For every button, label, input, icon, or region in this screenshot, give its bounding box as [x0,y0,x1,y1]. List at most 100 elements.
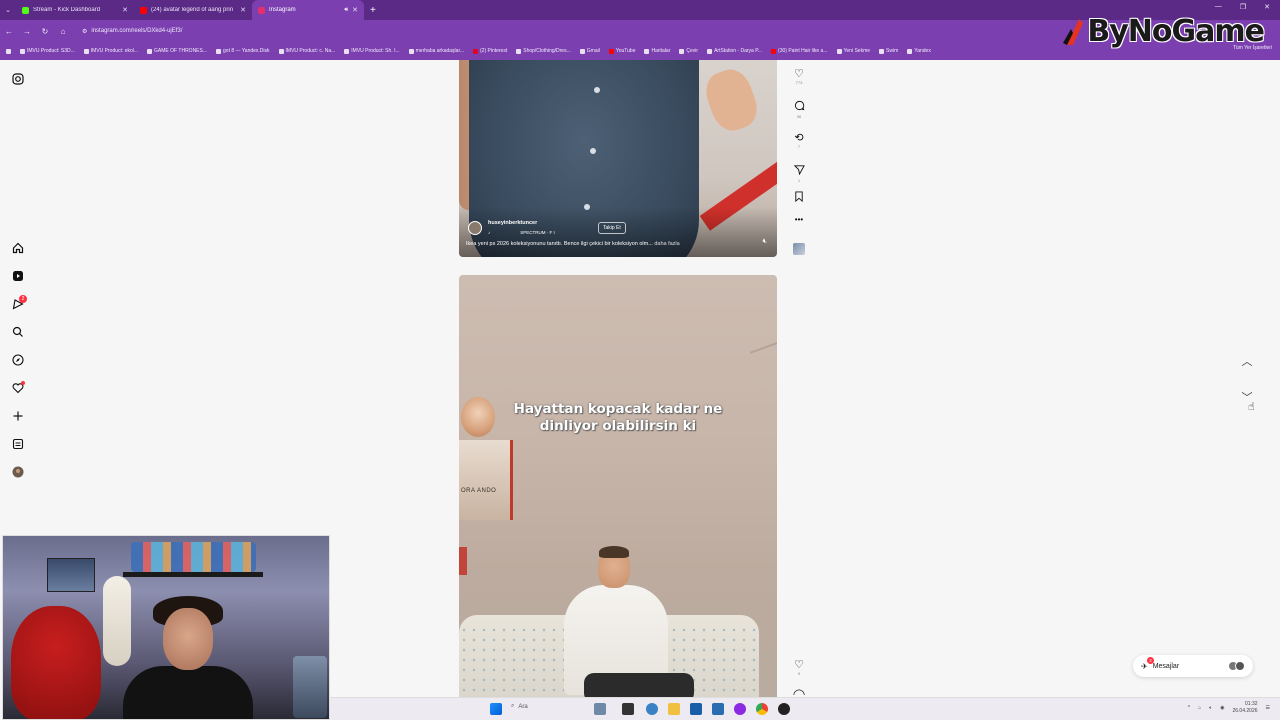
clock[interactable]: 01:32 26.04.2026 [1232,701,1257,715]
chevron-up-icon[interactable]: ^ [1188,705,1190,711]
notifications-icon[interactable]: ☰ [1266,705,1270,711]
webcam-shelf [123,572,263,577]
mic-icon[interactable]: ◉ [1220,705,1224,711]
close-icon[interactable]: ✕ [352,6,358,14]
site-info-icon[interactable]: ⚙ [82,28,87,35]
reel-overlay-text: Hayattan kopacak kadar ne dinliyor olabi… [459,401,777,435]
file-explorer-icon[interactable] [668,703,680,715]
instagram-logo-icon[interactable] [11,72,25,86]
author-avatar[interactable] [468,221,482,235]
edge-icon[interactable] [646,703,658,715]
tab-instagram[interactable]: Instagram 🔊︎ ✕ [252,0,364,20]
audio-thumbnail[interactable] [793,243,805,255]
mute-icon[interactable]: 🔇︎ [763,238,767,246]
profile-avatar[interactable] [11,465,25,479]
reload-icon[interactable]: ↻ [36,27,54,36]
volume-icon[interactable]: 🔈︎ [1209,705,1212,711]
discord-icon[interactable] [734,703,746,715]
create-icon[interactable] [11,409,25,423]
overlay-line: Hayattan kopacak kadar ne [513,401,723,417]
bookmark-item[interactable]: IMVU Product: ekol... [83,48,138,54]
network-icon[interactable]: ⌂ [1198,705,1201,711]
bookmark-item[interactable]: IMVU Product: Sh. I... [344,48,400,54]
comment-button[interactable]: ◯ [791,689,807,695]
close-window-icon[interactable]: ✕ [1264,3,1270,11]
save-button[interactable] [791,191,807,205]
heart-icon: ♡ [794,659,804,671]
more-options-button[interactable]: ••• [791,214,807,226]
dashboard-icon[interactable] [11,437,25,451]
webcam-teddy [11,606,101,719]
bookmark-item[interactable]: Gmail [579,48,600,54]
bookmark-item[interactable]: Haritalar [644,48,670,54]
heart-icon[interactable] [11,381,25,395]
like-button[interactable]: ♡ 9 [791,659,807,676]
chevron-up-icon[interactable]: ︿ [1239,353,1255,389]
new-tab-button[interactable]: + [364,5,382,16]
store-icon[interactable] [690,703,702,715]
bookmark-item[interactable]: IMVU Product: c. Na... [278,48,335,54]
tab-title: (24) avatar legend of aang prin [151,7,234,13]
bookmark-item[interactable]: (30) Paint Hair like a... [771,48,828,54]
windows-start-icon[interactable] [490,703,502,715]
like-button[interactable]: ♡ 773 [791,68,807,85]
video-person-hair [599,546,629,558]
bookmark-item[interactable]: IMVU Product: S3D... [20,48,75,54]
message-avatars [1228,661,1245,671]
bookmark-item[interactable]: Yeni Sekme [836,48,870,54]
tab-kick[interactable]: Stream - Kick Dashboard ✕ [16,0,134,20]
share-button[interactable]: 1 [791,164,807,183]
task-view-icon[interactable] [622,703,634,715]
webcam-cup [293,656,327,718]
apps-icon[interactable] [6,48,11,54]
weather-icon[interactable] [594,703,606,715]
back-icon[interactable]: ← [0,27,18,36]
messages-button[interactable]: ✈︎ 2 Mesajlar [1133,655,1253,677]
forward-icon[interactable]: → [18,27,36,36]
url-text: instagram.com/reels/DXkd4-ujEf3/ [91,28,183,34]
reel-video-1[interactable]: huseyinberktuncer ♪ SPECTRUM · F I Takip… [459,60,777,257]
bookmark-item[interactable]: (2) Pinterest [473,48,507,54]
messenger-icon[interactable]: 2 [11,295,27,311]
bookmark-item[interactable]: Yandex [907,48,931,54]
bookmark-item[interactable]: got 8 — Yandex.Disk [216,48,270,54]
tab-menu-icon[interactable]: ⌄ [0,6,16,14]
audio-track[interactable]: SPECTRUM · F I [520,230,555,235]
explore-icon[interactable] [11,353,25,367]
bookmark-item[interactable]: merhaba arkadaşlar... [408,48,464,54]
comment-button[interactable]: 36 [791,100,807,119]
search-icon[interactable] [11,325,25,339]
home-icon[interactable] [11,241,25,255]
bookmark-item[interactable]: Çevir [679,48,698,54]
comment-count: 36 [796,114,802,119]
repost-button[interactable]: ⟲ 7 [791,132,807,149]
chrome-icon[interactable] [756,703,768,715]
bookmark-item[interactable]: ArtStation - Darya P... [707,48,762,54]
restore-icon[interactable]: ❐ [1240,3,1246,11]
app-icon[interactable] [712,703,724,715]
close-icon[interactable]: ✕ [240,6,246,14]
tab-youtube[interactable]: (24) avatar legend of aang prin ✕ [134,0,252,20]
clock-date: 26.04.2026 [1232,708,1258,714]
home-icon[interactable]: ⌂ [54,27,72,36]
bookmark-item[interactable]: YouTube [608,48,635,54]
bookmark-item[interactable]: Shop/Clothing/Dres... [516,48,571,54]
minimize-icon[interactable]: — [1215,3,1222,11]
bookmark-item[interactable]: Swim [879,48,898,54]
url-field[interactable]: ⚙ instagram.com/reels/DXkd4-ujEf3/ [76,23,188,39]
close-icon[interactable]: ✕ [122,6,128,14]
taskbar-search[interactable]: ⌕ Ara [511,703,528,710]
reel-video-2[interactable]: ORA ANDO Hayattan kopacak kadar ne dinli… [459,275,777,697]
instagram-icon [258,6,265,14]
reels-icon[interactable] [11,269,25,283]
more-link[interactable]: daha fazla [654,241,679,247]
bookmark-item[interactable]: GAME OF THRONES... [147,48,207,54]
author-username[interactable]: huseyinberktuncer [488,220,537,226]
messages-label: Mesajlar [1152,662,1180,670]
obs-icon[interactable] [778,703,790,715]
speaker-icon[interactable]: 🔊︎ [344,7,348,14]
windows-taskbar: ⌕ Ara ^ ⌂ 🔈︎ ◉ 01:32 26.04.2026 ☰ [330,697,1280,720]
follow-button[interactable]: Takip Et [598,222,626,234]
messages-badge: 2 [1147,657,1154,664]
bynogame-logo: ByNoGame [1061,14,1265,49]
